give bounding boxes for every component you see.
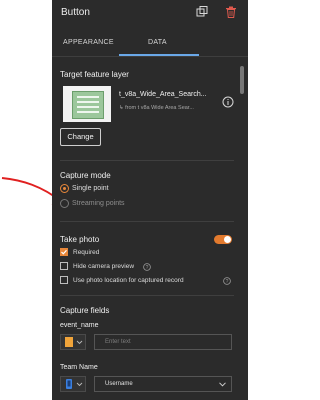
help-icon[interactable]: ? (143, 263, 151, 271)
scrollbar-thumb[interactable] (240, 66, 244, 94)
radio-single-point[interactable] (60, 184, 69, 193)
change-layer-button[interactable]: Change (60, 128, 101, 146)
layer-source: ↳ from t v8a Wide Area Sear... (119, 105, 194, 111)
chevron-down-icon (219, 382, 226, 387)
event-name-placeholder: Enter text (105, 339, 131, 345)
streaming-points-label: Streaming points (72, 200, 125, 207)
event-name-input[interactable]: Enter text (94, 334, 232, 350)
svg-text:?: ? (146, 265, 149, 271)
scrollbar[interactable] (238, 58, 246, 400)
target-layer-card[interactable]: t_v8a_Wide_Area_Search... ↳ from t v8a W… (60, 84, 234, 124)
take-photo-heading: Take photo (60, 235, 100, 244)
copy-icon[interactable] (195, 5, 209, 19)
divider (60, 295, 234, 296)
panel-header: Button (52, 0, 248, 26)
capture-mode-heading: Capture mode (60, 171, 111, 180)
field-type-button[interactable] (60, 376, 86, 392)
use-photo-location-label: Use photo location for captured record (73, 277, 184, 284)
tab-bar: APPEARANCE DATA (52, 34, 248, 57)
svg-text:?: ? (226, 279, 229, 285)
team-name-select[interactable]: Username (94, 376, 232, 392)
hide-camera-preview-label: Hide camera preview (73, 263, 135, 270)
trash-icon[interactable] (224, 5, 238, 19)
take-photo-toggle[interactable] (214, 235, 232, 244)
required-label: Required (73, 249, 100, 256)
use-photo-location-checkbox[interactable] (60, 276, 68, 284)
field-type-button[interactable] (60, 334, 86, 350)
target-layer-heading: Target feature layer (60, 70, 129, 79)
button-properties-panel: Button APPEARANCE DATA Target feature la… (52, 0, 248, 400)
field-label-event-name: event_name (60, 322, 99, 329)
divider (60, 221, 234, 222)
panel-title: Button (61, 7, 90, 18)
layer-name: t_v8a_Wide_Area_Search... (119, 91, 207, 98)
team-name-value: Username (105, 381, 133, 387)
required-checkbox[interactable] (60, 248, 68, 256)
info-icon[interactable] (222, 96, 234, 108)
help-icon[interactable]: ? (223, 277, 231, 285)
radio-streaming-points[interactable] (60, 199, 69, 208)
tab-appearance[interactable]: APPEARANCE (63, 39, 114, 46)
field-label-team-name: Team Name (60, 364, 98, 371)
single-point-label: Single point (72, 185, 109, 192)
capture-fields-heading: Capture fields (60, 306, 110, 315)
tab-data[interactable]: DATA (148, 39, 167, 46)
layer-thumbnail (63, 86, 111, 122)
divider (60, 160, 234, 161)
hide-camera-preview-checkbox[interactable] (60, 262, 68, 270)
active-tab-indicator (119, 54, 199, 56)
